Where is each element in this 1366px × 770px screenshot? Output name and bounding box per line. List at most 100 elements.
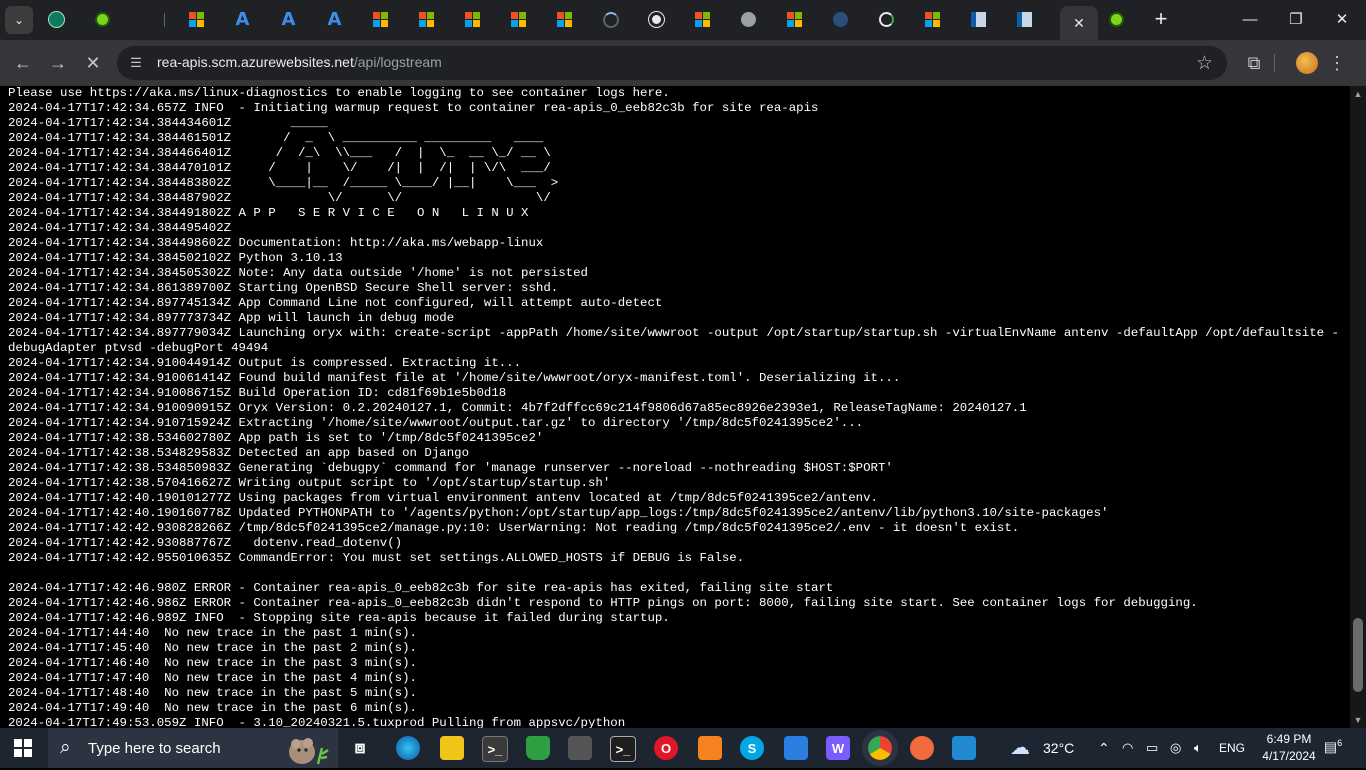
taskbar-search[interactable]: ⌕ Type here to search — [48, 728, 338, 768]
clock-date: 4/17/2024 — [1262, 749, 1316, 763]
tab-microsoft-3[interactable] — [418, 11, 435, 28]
log-line: Please use https://aka.ms/linux-diagnost… — [8, 86, 670, 100]
log-line: 2024-04-17T17:42:38.534850983Z Generatin… — [8, 461, 893, 475]
back-button[interactable]: ← — [12, 52, 34, 74]
stop-loading-button[interactable]: ✕ — [82, 52, 104, 74]
tab-microsoft-7[interactable] — [694, 11, 711, 28]
tab-azure-1[interactable]: A — [234, 11, 251, 29]
tab-microsoft-1[interactable] — [188, 11, 205, 28]
tab-docker[interactable] — [832, 11, 849, 28]
microsoft-icon — [787, 12, 802, 27]
tab-github[interactable] — [648, 11, 665, 28]
tab-azure-3[interactable]: A — [326, 9, 343, 30]
log-line: 2024-04-17T17:42:34.384434601Z _____ — [8, 116, 328, 130]
taskbar-vscode[interactable] — [952, 736, 976, 760]
restore-button[interactable]: ❐ — [1286, 10, 1306, 30]
tab-kudu-2[interactable] — [1016, 11, 1033, 28]
wifi-icon[interactable]: ◠ — [1122, 728, 1133, 768]
log-line: 2024-04-17T17:42:34.861389700Z Starting … — [8, 281, 559, 295]
taskbar-clock[interactable]: 6:49 PM 4/17/2024 — [1262, 731, 1316, 765]
log-line: 2024-04-17T17:42:40.190160778Z Updated P… — [8, 506, 1109, 520]
taskbar-opera[interactable]: O — [654, 736, 678, 760]
language-indicator[interactable]: ENG — [1219, 728, 1245, 768]
log-line: 2024-04-17T17:42:34.910090915Z Oryx Vers… — [8, 401, 1027, 415]
taskbar-edge[interactable] — [396, 736, 420, 760]
log-line: 2024-04-17T17:42:34.384491802Z A P P S E… — [8, 206, 529, 220]
clock-time: 6:49 PM — [1266, 732, 1312, 746]
search-icon: ⌕ — [60, 737, 71, 758]
tab-microsoft-6[interactable] — [556, 11, 573, 28]
weather-widget[interactable]: ☁ — [1010, 728, 1030, 768]
meet-icon[interactable]: ◎ — [1170, 728, 1181, 768]
globe-green-icon — [1109, 12, 1124, 27]
log-line: 2024-04-17T17:42:34.384505302Z Note: Any… — [8, 266, 588, 280]
tab-microsoft-5[interactable] — [510, 11, 527, 28]
scroll-down-icon[interactable]: ▼ — [1350, 712, 1366, 728]
tab-loading[interactable] — [602, 11, 619, 28]
cloud-sun-icon: ☁ — [1010, 737, 1030, 759]
taskbar-file-explorer[interactable] — [440, 736, 464, 760]
terminal-icon: >_ — [487, 741, 503, 757]
notification-icon: ▤ — [1323, 738, 1338, 755]
azure-icon: A — [327, 9, 342, 30]
volume-icon[interactable]: 🔈︎ — [1194, 728, 1202, 768]
battery-icon[interactable]: ▭ — [1146, 728, 1158, 768]
scroll-up-icon[interactable]: ▲ — [1350, 86, 1366, 102]
log-line: 2024-04-17T17:42:38.534602780Z App path … — [8, 431, 544, 445]
tray-overflow-icon[interactable]: ⌃ — [1098, 728, 1110, 768]
log-line: 2024-04-17T17:49:40 No new trace in the … — [8, 701, 417, 715]
tab-microsoft-9[interactable] — [924, 11, 941, 28]
tab-chatgpt[interactable] — [48, 11, 65, 28]
task-view-button[interactable]: ⧈ — [348, 736, 372, 760]
chevron-down-icon: ⌄ — [13, 13, 25, 27]
taskbar-terminal[interactable]: >_ — [482, 736, 508, 762]
taskbar-device[interactable] — [568, 736, 592, 760]
taskbar-app-blue[interactable] — [784, 736, 808, 760]
log-line: 2024-04-17T17:42:34.384461501Z / _ \ ___… — [8, 131, 544, 145]
site-info-icon[interactable]: ☰ — [127, 54, 145, 72]
close-icon[interactable]: ✕ — [1073, 15, 1085, 32]
scrollbar-thumb[interactable] — [1353, 618, 1363, 692]
log-line: 2024-04-17T17:44:40 No new trace in the … — [8, 626, 417, 640]
taskbar-chrome[interactable] — [862, 730, 898, 766]
active-tab[interactable]: ✕ — [1060, 6, 1098, 40]
close-window-button[interactable]: ✕ — [1332, 10, 1352, 30]
task-view-icon: ⧈ — [354, 738, 366, 757]
arrow-left-icon: ← — [14, 53, 32, 73]
tab-microsoft-4[interactable] — [464, 11, 481, 28]
tab-kudu-1[interactable] — [970, 11, 987, 28]
log-line: 2024-04-17T17:46:40 No new trace in the … — [8, 656, 417, 670]
tab-globe-green[interactable] — [94, 11, 111, 28]
tab-globe[interactable] — [740, 11, 757, 28]
log-line: 2024-04-17T17:49:53.059Z INFO - 3.10_202… — [8, 716, 626, 728]
notification-center-button[interactable]: ▤6 — [1322, 738, 1344, 758]
tab-globe-green-2[interactable] — [1108, 11, 1125, 28]
taskbar-vpn[interactable] — [526, 736, 550, 760]
log-line: 2024-04-17T17:42:42.955010635Z CommandEr… — [8, 551, 745, 565]
microsoft-icon — [511, 12, 526, 27]
taskbar-cmd[interactable]: >_ — [610, 736, 636, 762]
vertical-scrollbar[interactable]: ▲ ▼ — [1350, 86, 1366, 728]
browser-tab-strip: ⌄ A A A ✕ + — ❐ ✕ — [0, 0, 1366, 40]
browser-menu-button[interactable]: ⋮ — [1326, 52, 1348, 74]
log-line: 2024-04-17T17:42:34.384466401Z / /_\ \\_… — [8, 146, 551, 160]
tab-sync[interactable] — [878, 11, 895, 28]
extensions-button[interactable]: ⧉ — [1243, 52, 1265, 74]
address-url[interactable]: rea-apis.scm.azurewebsites.net/api/logst… — [157, 54, 442, 70]
taskbar-postman[interactable] — [910, 736, 934, 760]
microsoft-icon — [557, 12, 572, 27]
forward-button[interactable]: → — [47, 52, 69, 74]
bookmark-star-icon[interactable]: ☆ — [1196, 52, 1213, 75]
taskbar-app-purple[interactable]: W — [826, 736, 850, 760]
tab-search-button[interactable]: ⌄ — [5, 6, 33, 34]
start-button[interactable] — [14, 739, 32, 757]
profile-avatar[interactable] — [1296, 52, 1318, 74]
taskbar-skype[interactable]: S — [740, 736, 764, 760]
tab-microsoft-8[interactable] — [786, 11, 803, 28]
minimize-button[interactable]: — — [1240, 10, 1260, 30]
address-bar[interactable]: ☰ rea-apis.scm.azurewebsites.net/api/log… — [117, 46, 1227, 80]
tab-azure-2[interactable]: A — [280, 11, 297, 29]
tab-microsoft-2[interactable] — [372, 11, 389, 28]
taskbar-app-orange[interactable] — [698, 736, 722, 760]
new-tab-button[interactable]: + — [1150, 8, 1172, 31]
